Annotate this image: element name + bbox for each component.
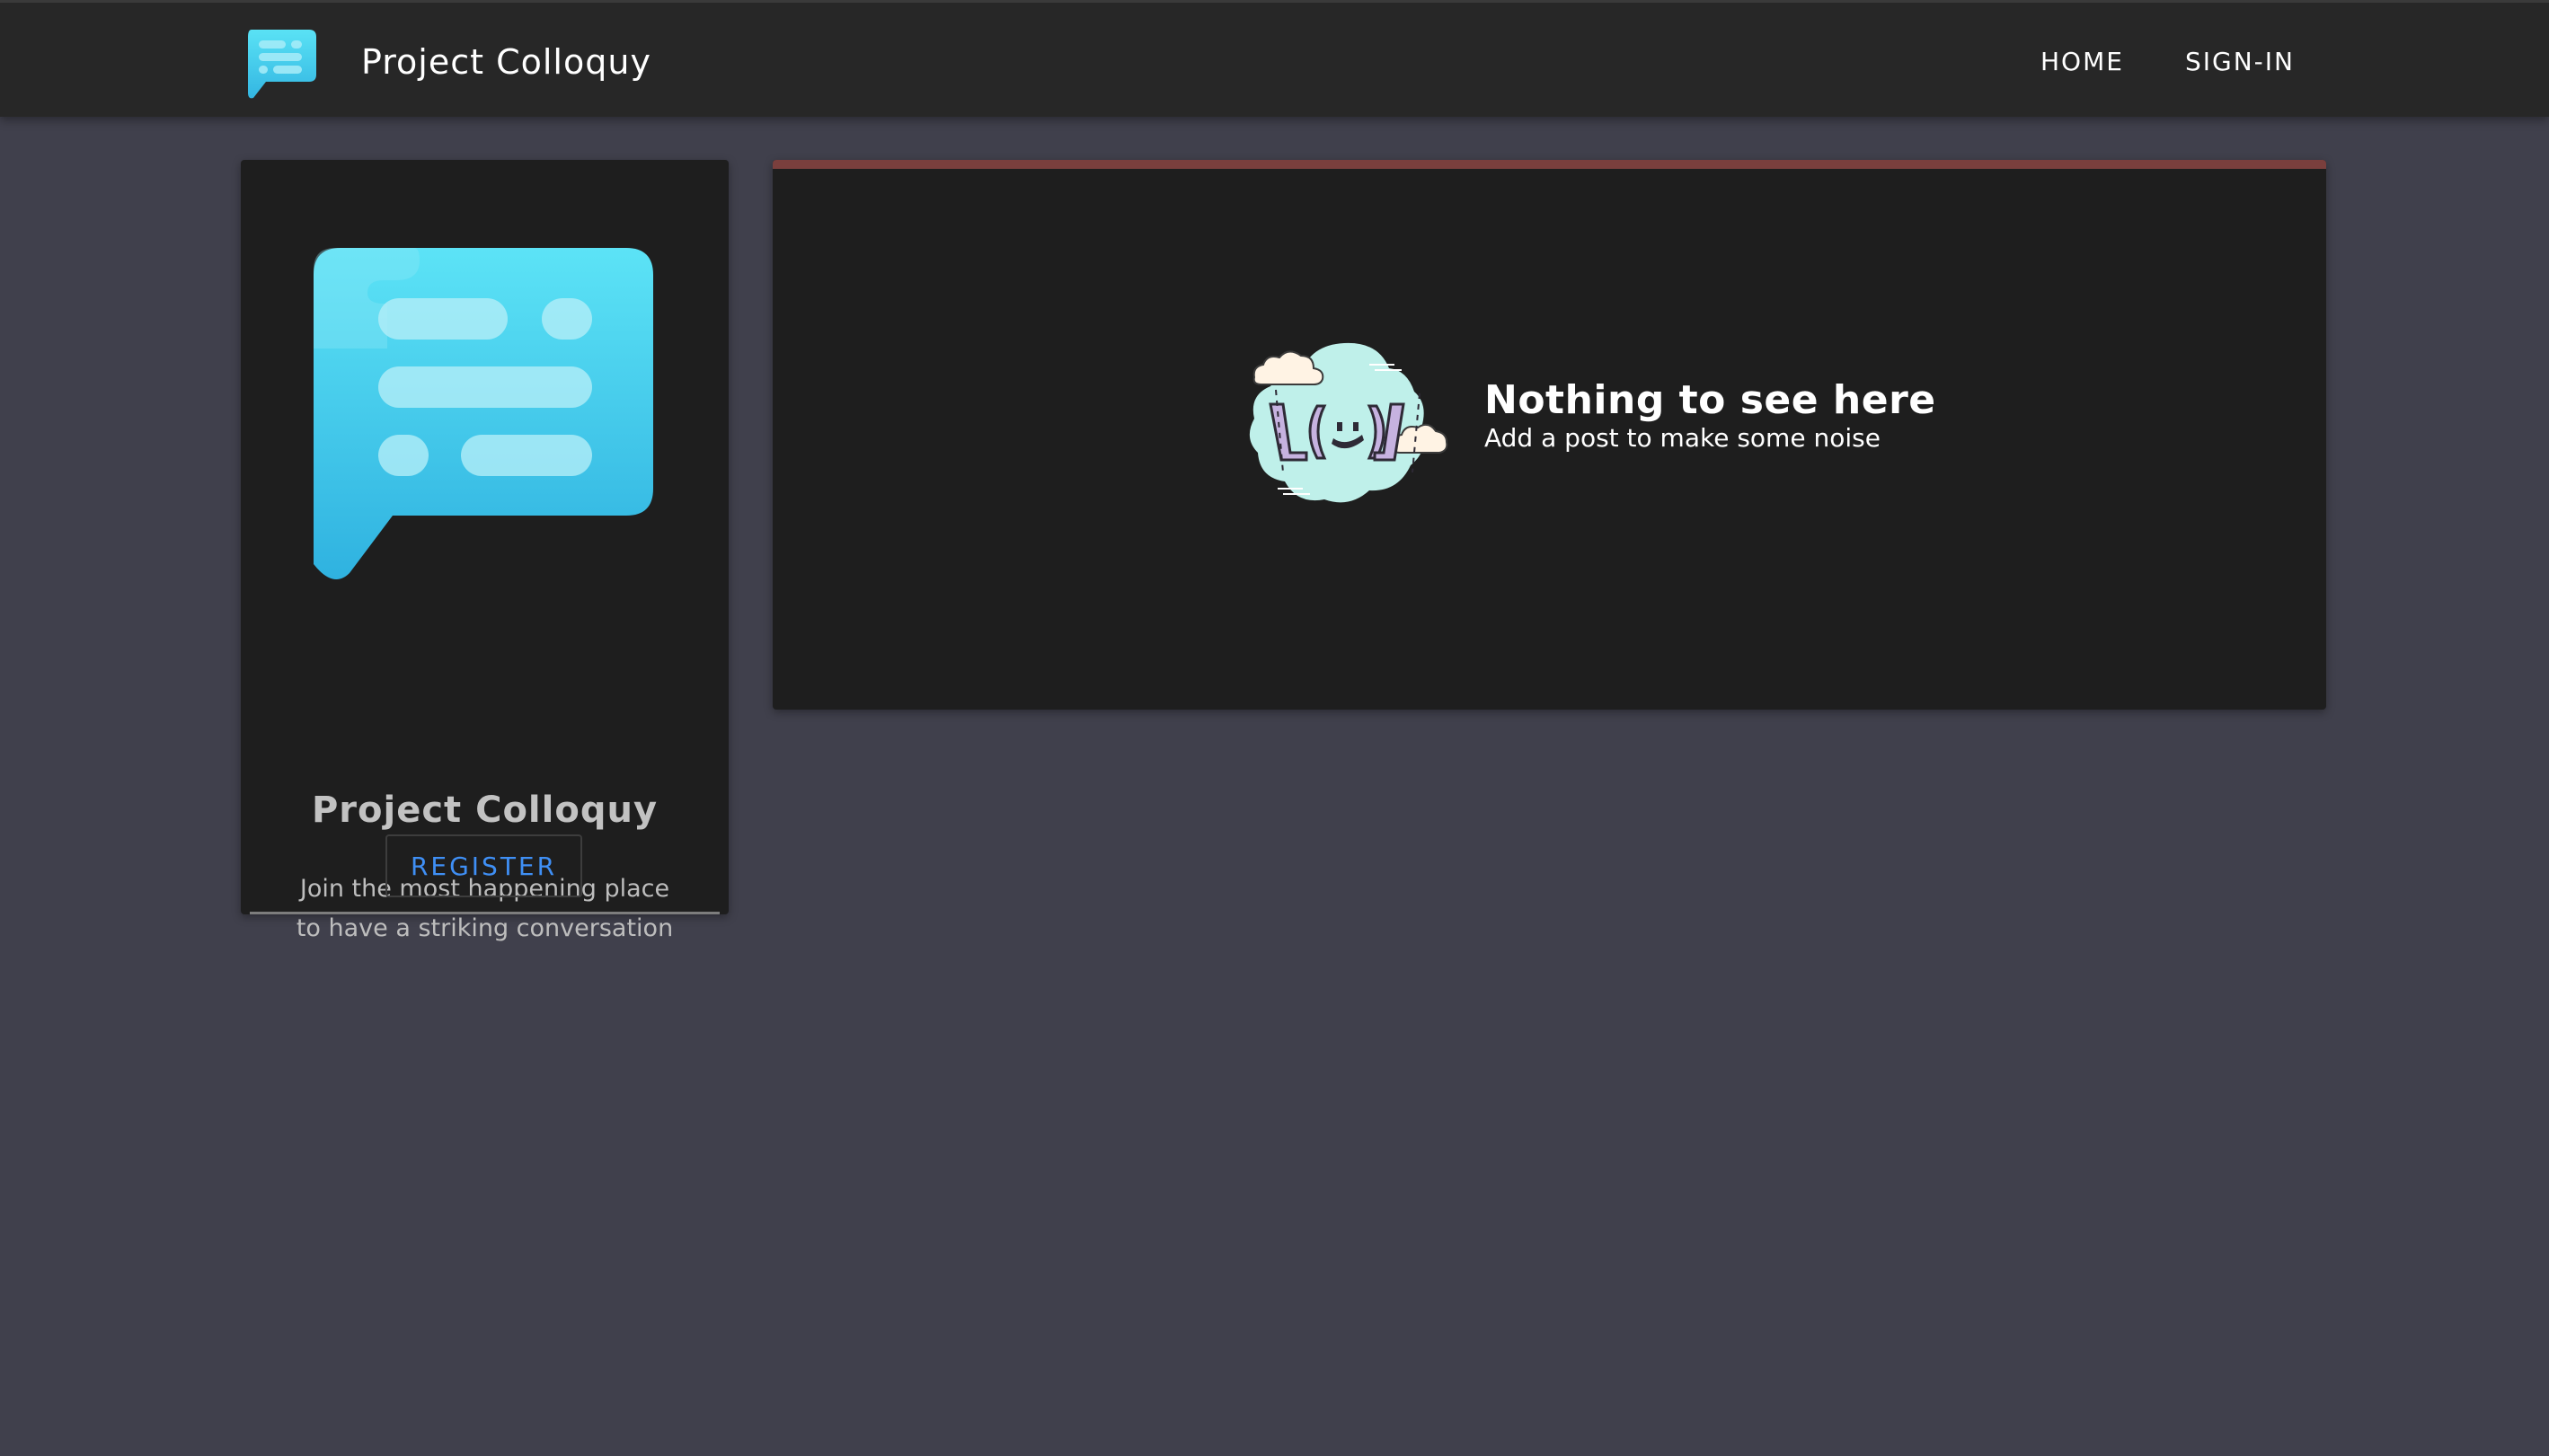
chat-bubble-icon (314, 248, 653, 580)
nav-sign-in-link[interactable]: SIGN-IN (2185, 44, 2295, 80)
app-title[interactable]: Project Colloquy (361, 37, 651, 87)
card-title: Project Colloquy (311, 790, 659, 831)
card-divider (250, 912, 720, 914)
nav-home-link[interactable]: HOME (2040, 44, 2124, 80)
top-app-bar: Project Colloquy HOME SIGN-IN (0, 0, 2549, 117)
empty-state-subtitle: Add a post to make some noise (1484, 423, 1881, 453)
card-description-line: to have a striking conversation (296, 914, 674, 942)
posts-feed-panel: Nothing to see here Add a post to make s… (773, 160, 2326, 710)
intro-card: Project Colloquy Join the most happening… (241, 160, 729, 942)
register-button[interactable]: REGISTER (385, 834, 582, 897)
shrug-cloud-illustration (1249, 342, 1448, 503)
panel-accent-bar (773, 160, 2326, 169)
chat-bubble-icon[interactable] (246, 28, 318, 100)
empty-state-title: Nothing to see here (1484, 377, 1936, 423)
